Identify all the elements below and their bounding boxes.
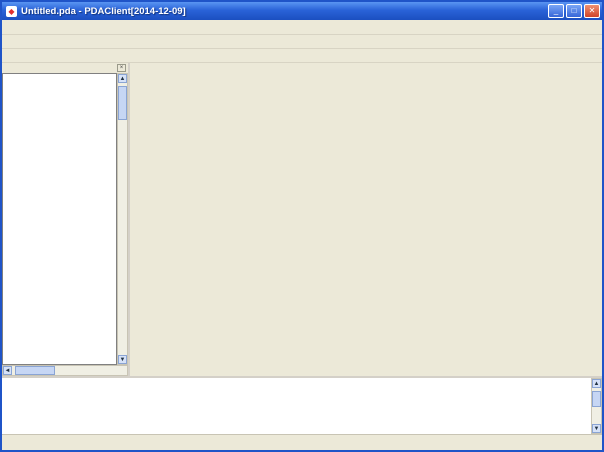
app-icon: ◆ — [6, 6, 17, 17]
tree-close-icon[interactable]: × — [117, 64, 126, 72]
tree-hscroll-thumb[interactable] — [15, 366, 55, 375]
tree-scroll-thumb[interactable] — [118, 86, 127, 120]
main-area: × ▲ ▼ ◄ — [2, 63, 602, 376]
window-title: Untitled.pda - PDAClient[2014-12-09] — [21, 6, 546, 17]
table-scroll-thumb[interactable] — [592, 391, 601, 407]
menu-bar — [2, 20, 602, 35]
statistics-table — [2, 378, 591, 434]
scroll-down-icon[interactable]: ▼ — [592, 424, 601, 433]
time-axis — [130, 64, 602, 78]
tree-panel-header: × — [2, 63, 128, 73]
signal-tree — [2, 73, 117, 365]
minimize-button[interactable]: _ — [548, 4, 564, 18]
scroll-up-icon[interactable]: ▲ — [118, 74, 127, 83]
maximize-button[interactable]: □ — [566, 4, 582, 18]
scroll-up-icon[interactable]: ▲ — [592, 379, 601, 388]
table-vertical-scrollbar[interactable]: ▲ ▼ — [591, 378, 602, 434]
signal-tree-panel: × ▲ ▼ ◄ — [2, 63, 130, 376]
charts-panel — [130, 63, 602, 376]
app-window: ◆ Untitled.pda - PDAClient[2014-12-09] _… — [0, 0, 604, 452]
tree-horizontal-scrollbar[interactable]: ◄ — [2, 365, 128, 376]
close-button[interactable]: ✕ — [584, 4, 600, 18]
toolbar-main — [2, 35, 602, 49]
title-bar: ◆ Untitled.pda - PDAClient[2014-12-09] _… — [2, 2, 602, 20]
statistics-panel: ▲ ▼ — [2, 376, 602, 434]
scroll-left-icon[interactable]: ◄ — [3, 366, 12, 375]
tree-vertical-scrollbar[interactable]: ▲ ▼ — [117, 73, 128, 365]
bottom-tab-bar — [2, 434, 602, 450]
scroll-down-icon[interactable]: ▼ — [118, 355, 127, 364]
toolbar-cursor — [2, 49, 602, 63]
